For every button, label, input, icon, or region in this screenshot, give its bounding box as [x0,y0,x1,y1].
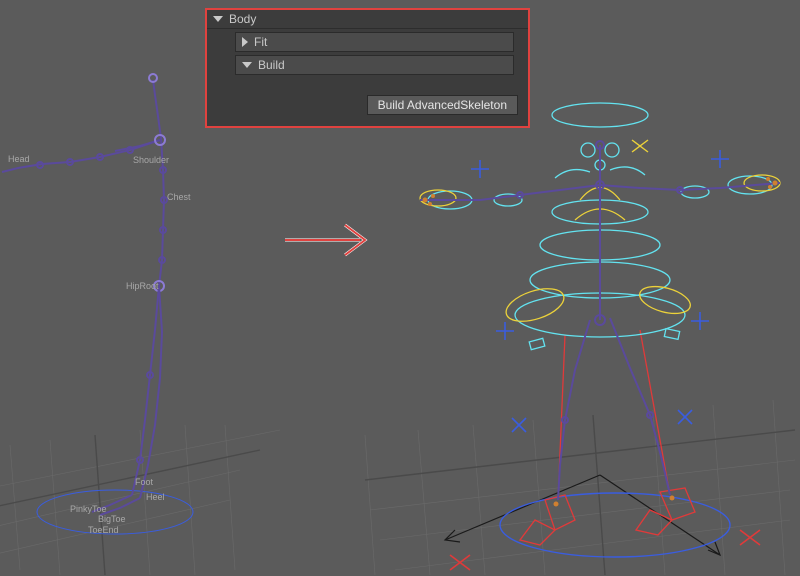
transition-arrow [285,225,365,255]
svg-text:Foot: Foot [135,477,154,487]
svg-text:BigToe: BigToe [98,514,126,524]
chevron-down-icon [213,16,223,22]
svg-text:Shoulder: Shoulder [133,155,169,165]
build-section-label: Build [258,58,285,72]
body-section-label: Body [229,12,256,26]
svg-text:Head: Head [8,154,30,164]
svg-text:Heel: Heel [146,492,165,502]
world-axes [445,475,720,555]
svg-text:ToeEnd: ToeEnd [88,525,119,535]
build-section-header[interactable]: Build [235,55,514,75]
built-skeleton[interactable] [420,141,780,500]
svg-text:PinkyToe: PinkyToe [70,504,107,514]
root-circle[interactable] [500,493,730,557]
body-section-header[interactable]: Body [207,10,528,29]
svg-text:Chest: Chest [167,192,191,202]
foot-controls[interactable] [450,330,760,570]
svg-text:HipRoot: HipRoot [126,281,159,291]
chevron-right-icon [242,37,248,47]
fit-section-header[interactable]: Fit [235,32,514,52]
body-panel: Body Fit Build Build AdvancedSkeleton [205,8,530,128]
fit-skeleton[interactable] [2,74,167,515]
build-advanced-skeleton-button[interactable]: Build AdvancedSkeleton [367,95,518,115]
grid-right [365,400,795,575]
grid-left [0,425,280,575]
chevron-down-icon [242,62,252,68]
fit-section-label: Fit [254,35,267,49]
